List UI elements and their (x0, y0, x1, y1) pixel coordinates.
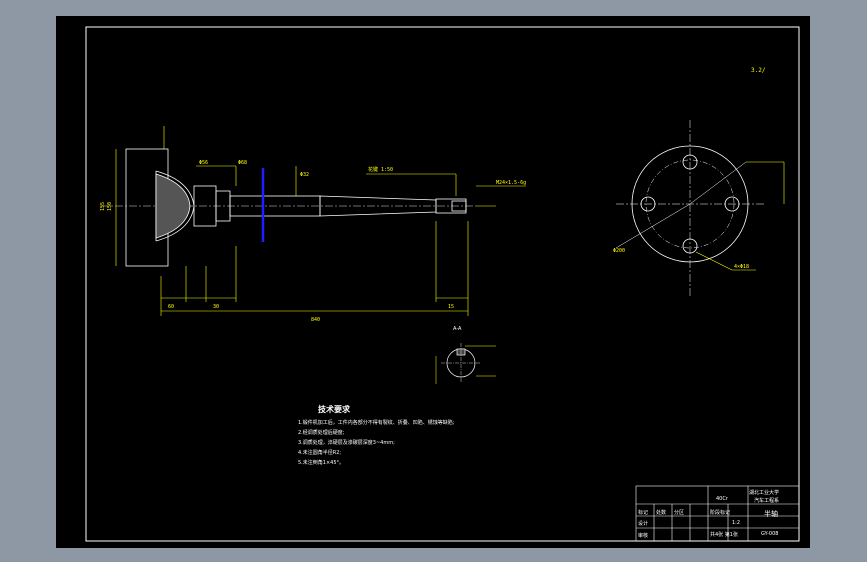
dim-c: 155 (100, 202, 106, 211)
sign-label: 设计 (638, 520, 648, 527)
part-name: 半轴 (764, 509, 778, 518)
tech-req-item: 5.未注倒角1×45°。 (298, 459, 344, 466)
technical-requirements: 技术要求 1.锻件机加工后，工件内各部分不得有裂纹、折叠、凹陷、锈蚀等缺陷; 2… (298, 404, 455, 466)
flange-dimensions (695, 161, 785, 271)
hub-dia-1: Φ56 (199, 160, 208, 166)
tech-req-item: 1.锻件机加工后，工件内各部分不得有裂纹、折叠、凹陷、锈蚀等缺陷; (298, 419, 455, 426)
hub-dia-2: Φ68 (238, 160, 247, 166)
flange-diameter-dim: Φ200 (613, 248, 625, 254)
spline-note: 花键 1:50 (368, 166, 393, 173)
dim-b: 30 (213, 304, 219, 310)
flange-end-view (615, 120, 764, 298)
sign-label: 审核 (638, 532, 648, 539)
row-label: 标记 (638, 509, 648, 516)
section-view (441, 343, 481, 383)
row-label: 分区 (674, 509, 684, 516)
drawing-number: GY-008 (761, 531, 778, 537)
drawing-canvas: 3.2/ 840 60 30 15 155 150 Φ56 Φ68 花键 1:5… (56, 16, 810, 548)
shaft-side-view (101, 148, 476, 267)
stage-label: 阶段标记 (710, 509, 730, 516)
row-label: 处数 (656, 509, 666, 516)
title-block-text: 湖北工业大学 汽车工程系 半轴 GY-008 40Cr 1:2 共4张 第1张 … (638, 489, 779, 539)
tech-req-item: 3.调质处理，淬硬层及渗碳层深度3~4mm; (298, 439, 395, 446)
dim-d: 150 (107, 202, 113, 211)
dept-name: 汽车工程系 (754, 497, 779, 504)
section-label: A-A (453, 326, 462, 332)
thread-note: M24×1.5-6g (496, 180, 526, 186)
cad-drawing: 3.2/ 840 60 30 15 155 150 Φ56 Φ68 花键 1:5… (85, 26, 800, 542)
tech-req-item: 4.未注圆角半径R2; (298, 449, 341, 456)
key-dia: Φ32 (300, 172, 309, 178)
tech-req-item: 2.经调质处理后硬度; (298, 429, 345, 436)
dim-a: 60 (168, 304, 174, 310)
dim-e: 15 (448, 304, 454, 310)
overall-length-dim: 840 (311, 317, 320, 323)
drawing-border (85, 26, 800, 542)
roughness-note: 3.2/ (751, 67, 766, 74)
material: 40Cr (716, 496, 729, 502)
bolt-hole-dim: 4×Φ18 (734, 264, 749, 270)
scale: 1:2 (732, 520, 740, 526)
sheet-count: 共4张 第1张 (710, 531, 738, 538)
tech-req-title: 技术要求 (318, 404, 351, 414)
school-name: 湖北工业大学 (749, 489, 779, 496)
section-dimensions (435, 345, 496, 384)
